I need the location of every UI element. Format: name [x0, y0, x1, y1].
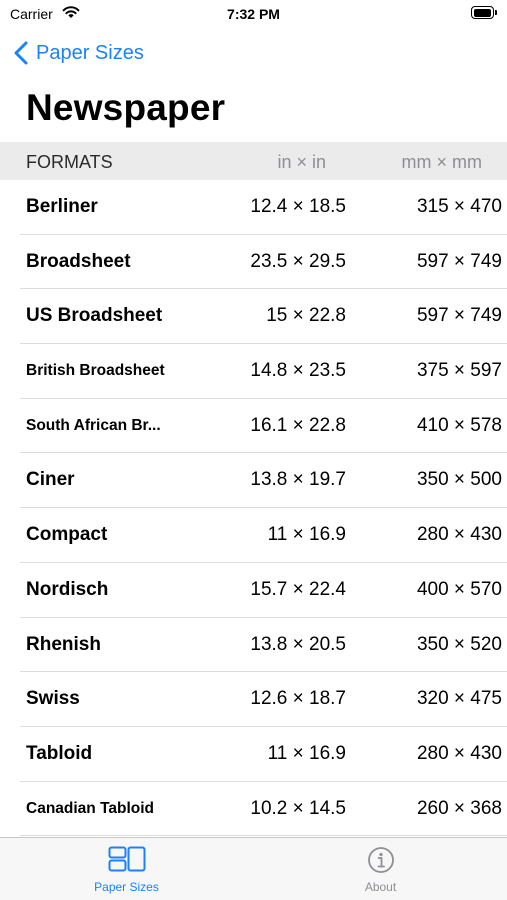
back-button[interactable]: Paper Sizes	[14, 38, 144, 68]
format-size-inches: 14.8 × 23.5	[250, 360, 346, 382]
table-row[interactable]: Swiss 12.6 × 18.7 320 × 475	[20, 672, 507, 727]
format-name: Tabloid	[26, 742, 93, 764]
table-row[interactable]: Ciner 13.8 × 19.7 350 × 500	[20, 453, 507, 509]
tab-bar: Paper Sizes About	[0, 837, 507, 900]
format-name: Nordisch	[26, 578, 109, 600]
format-size-mm: 320 × 475	[416, 688, 502, 710]
tab-about[interactable]: About	[254, 838, 507, 900]
format-size-mm: 350 × 500	[416, 469, 502, 491]
paper-sizes-icon	[108, 846, 145, 872]
format-size-mm: 375 × 597	[416, 360, 502, 382]
back-button-label: Paper Sizes	[36, 41, 144, 64]
table-row[interactable]: US Broadsheet 15 × 22.8 597 × 749	[20, 289, 507, 345]
format-name: Compact	[26, 524, 108, 546]
table-row[interactable]: Broadsheet 23.5 × 29.5 597 × 749	[20, 235, 507, 290]
format-size-mm: 280 × 430	[416, 524, 502, 546]
format-size-inches: 10.2 × 14.5	[250, 797, 346, 819]
format-name: US Broadsheet	[26, 305, 163, 327]
format-size-inches: 23.5 × 29.5	[250, 250, 346, 272]
table-row[interactable]: Berliner 12.4 × 18.5 315 × 470	[20, 180, 507, 235]
format-name: Broadsheet	[26, 250, 131, 272]
format-size-mm: 350 × 520	[416, 633, 502, 655]
format-size-mm: 410 × 578	[416, 414, 502, 436]
format-size-inches: 13.8 × 20.5	[250, 633, 346, 655]
format-name: Ciner	[26, 469, 75, 491]
info-icon	[367, 847, 394, 873]
format-size-mm: 260 × 368	[416, 797, 502, 819]
table-header: FORMATS in × in mm × mm	[0, 142, 507, 180]
table-row[interactable]: British Broadsheet 14.8 × 23.5 375 × 597	[20, 344, 507, 399]
format-size-inches: 11 × 16.9	[267, 742, 346, 764]
format-size-mm: 280 × 430	[416, 742, 502, 764]
format-size-mm: 597 × 749	[416, 305, 502, 327]
table-row[interactable]: Nordisch 15.7 × 22.4 400 × 570	[20, 563, 507, 618]
format-size-inches: 15 × 22.8	[266, 305, 346, 327]
tab-paper-sizes[interactable]: Paper Sizes	[0, 838, 253, 900]
format-size-mm: 597 × 749	[416, 250, 502, 272]
status-bar: Carrier 7:32 PM	[0, 0, 507, 28]
format-name: Berliner	[26, 196, 98, 217]
clock-label: 7:32 PM	[227, 6, 280, 22]
format-size-mm: 315 × 470	[416, 196, 502, 217]
table-row[interactable]: Compact 11 × 16.9 280 × 430	[20, 508, 507, 563]
chevron-left-icon	[14, 41, 28, 65]
table-row[interactable]: South African Br... 16.1 × 22.8 410 × 57…	[20, 399, 507, 454]
format-size-inches: 12.6 × 18.7	[250, 688, 346, 710]
column-header-inches: in × in	[277, 152, 326, 172]
column-header-formats: FORMATS	[26, 152, 113, 172]
page-title: Newspaper	[26, 87, 226, 128]
column-header-mm: mm × mm	[401, 152, 483, 172]
format-size-inches: 15.7 × 22.4	[250, 578, 346, 600]
formats-list: Berliner 12.4 × 18.5 315 × 470 Broadshee…	[0, 180, 507, 837]
table-row[interactable]: Canadian Tabloid 10.2 × 14.5 260 × 368	[20, 782, 507, 837]
format-name: Canadian Tabloid	[26, 799, 155, 817]
format-name: South African Br...	[26, 416, 161, 434]
tab-about-label: About	[364, 880, 397, 894]
tab-paper-sizes-label: Paper Sizes	[94, 880, 159, 894]
format-size-mm: 400 × 570	[416, 578, 502, 600]
battery-icon	[471, 6, 497, 19]
format-size-inches: 16.1 × 22.8	[250, 414, 346, 436]
format-size-inches: 12.4 × 18.5	[250, 196, 346, 217]
table-row[interactable]: Rhenish 13.8 × 20.5 350 × 520	[20, 618, 507, 673]
table-row[interactable]: Tabloid 11 × 16.9 280 × 430	[20, 727, 507, 782]
format-name: Rhenish	[26, 633, 101, 655]
format-size-inches: 13.8 × 19.7	[250, 469, 346, 491]
format-name: Swiss	[26, 688, 80, 710]
format-size-inches: 11 × 16.9	[267, 524, 346, 546]
format-name: British Broadsheet	[26, 362, 165, 380]
